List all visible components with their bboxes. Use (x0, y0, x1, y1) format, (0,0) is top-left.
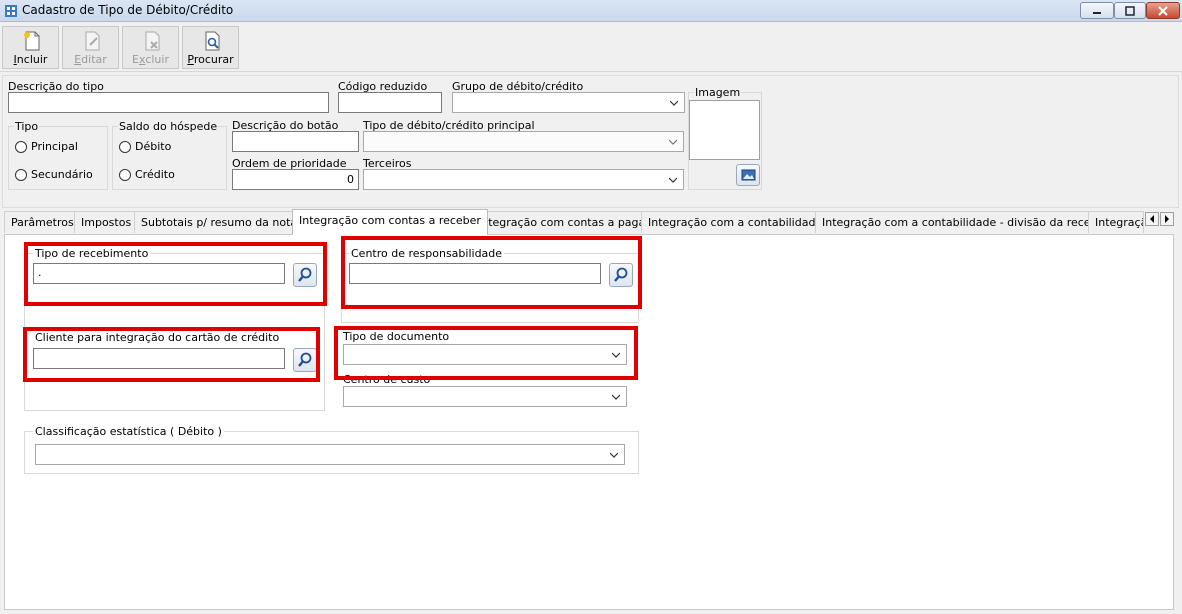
saldo-credito-label: Crédito (135, 168, 175, 181)
highlight-centro-responsabilidade (341, 236, 642, 309)
saldo-debito-radio[interactable] (119, 141, 131, 153)
tab-label: Parâmetros (11, 216, 74, 229)
scroll-right-icon (1165, 215, 1169, 223)
tab-integracao-contabilidade[interactable]: Integração com a contabilidade (641, 211, 830, 233)
tab-subtotais[interactable]: Subtotais p/ resumo da nota (134, 211, 305, 233)
app-icon (4, 4, 18, 18)
scroll-left-icon (1150, 215, 1154, 223)
tab-label: Integração com a contabilidade (648, 216, 823, 229)
minimize-icon (1093, 11, 1101, 14)
classificacao-select[interactable] (35, 444, 625, 465)
tipo-principal-select[interactable] (363, 131, 684, 152)
chevron-down-icon (669, 139, 677, 145)
close-button[interactable] (1146, 2, 1180, 19)
incluir-button[interactable]: Incluir (2, 26, 59, 69)
close-icon (1158, 5, 1168, 16)
edit-document-icon (85, 31, 100, 51)
centro-custo-select[interactable] (343, 386, 627, 407)
tab-integracao-contabilidade-divisao[interactable]: Integração com a contabilidade - divisão… (815, 211, 1112, 233)
excluir-button[interactable]: Excluir (122, 26, 179, 69)
codigo-reduzido-input[interactable] (338, 92, 442, 113)
tab-label: Integração com contas a pagar (478, 216, 650, 229)
image-icon (741, 169, 756, 181)
chevron-down-icon (610, 452, 618, 458)
image-picker-button[interactable] (736, 164, 760, 186)
imagem-label: Imagem (694, 86, 742, 99)
tabs-scroll-left[interactable] (1145, 212, 1159, 226)
descricao-botao-input[interactable] (232, 131, 359, 152)
tab-impostos[interactable]: Impostos (74, 211, 139, 233)
terceiros-select[interactable] (363, 169, 684, 190)
tab-label: Integração com a contabilidade - divisão… (822, 216, 1105, 229)
tab-integracao-contas-pagar[interactable]: Integração com contas a pagar (471, 211, 657, 233)
incluir-label: Incluir (13, 53, 48, 66)
highlight-cliente (23, 327, 320, 382)
new-document-icon (24, 31, 40, 51)
saldo-credito-radio[interactable] (119, 169, 131, 181)
ordem-input[interactable]: 0 (232, 169, 359, 190)
highlight-tipo-recebimento (24, 242, 327, 306)
tab-label: Subtotais p/ resumo da nota (141, 216, 298, 229)
search-document-icon (205, 31, 220, 51)
delete-document-icon (145, 31, 160, 51)
tipo-principal-label: Principal (31, 140, 78, 153)
procurar-button[interactable]: Procurar (182, 26, 239, 69)
grupo-select[interactable] (452, 92, 685, 113)
window-title: Cadastro de Tipo de Débito/Crédito (22, 3, 234, 17)
tipo-secundario-label: Secundário (31, 168, 93, 181)
highlight-tipo-documento (334, 326, 638, 380)
procurar-label: Procurar (187, 53, 234, 66)
tab-parametros[interactable]: Parâmetros (4, 211, 81, 233)
tab-integracao-contas-receber[interactable]: Integração com contas a receber (292, 209, 488, 235)
saldo-debito-label: Débito (135, 140, 172, 153)
editar-label: Editar (74, 53, 107, 66)
tab-label: Impostos (81, 216, 132, 229)
minimize-button[interactable] (1080, 2, 1114, 19)
tab-label: Integração com contas a receber (299, 214, 481, 227)
maximize-button[interactable] (1114, 2, 1146, 19)
excluir-label: Excluir (132, 53, 169, 66)
saldo-label: Saldo do hóspede (118, 120, 219, 133)
chevron-down-icon (612, 394, 620, 400)
maximize-icon (1125, 5, 1135, 16)
editar-button[interactable]: Editar (62, 26, 119, 69)
chevron-down-icon (669, 177, 677, 183)
chevron-down-icon (670, 100, 678, 106)
descricao-tipo-input[interactable] (8, 92, 329, 113)
tab-integracao-more[interactable]: Integraçã (1088, 211, 1144, 233)
tipo-principal-radio[interactable] (15, 141, 27, 153)
classificacao-label: Classificação estatística ( Débito ) (33, 425, 224, 438)
tipo-label: Tipo (14, 120, 40, 133)
tipo-secundario-radio[interactable] (15, 169, 27, 181)
tabs-scroll-right[interactable] (1160, 212, 1174, 226)
imagem-preview[interactable] (689, 100, 760, 160)
tab-label: Integraçã (1095, 216, 1144, 229)
